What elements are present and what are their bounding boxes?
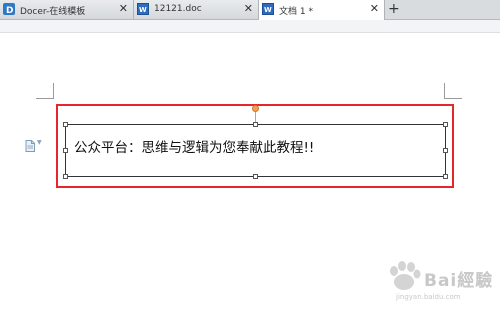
svg-text:W: W <box>264 6 272 14</box>
resize-handle[interactable] <box>443 148 448 153</box>
tab-bar: D Docer-在线模板 ✕ W 12121.doc ✕ W 文档 1 * ✕ … <box>0 0 500 20</box>
new-tab-button[interactable]: + <box>388 1 400 17</box>
margin-marker <box>53 83 54 99</box>
chevron-down-icon[interactable]: ▼ <box>37 139 42 146</box>
margin-marker <box>444 98 462 99</box>
svg-text:D: D <box>6 6 13 15</box>
word-doc-icon: W <box>262 3 274 15</box>
watermark-logo: Bai經驗 <box>384 258 494 310</box>
resize-handle[interactable] <box>443 174 448 179</box>
resize-handle[interactable] <box>253 122 258 127</box>
margin-marker <box>444 83 445 99</box>
resize-handle[interactable] <box>63 122 68 127</box>
tab-label: 12121.doc <box>154 4 202 14</box>
tab-docer[interactable]: D Docer-在线模板 ✕ <box>0 0 134 19</box>
tab-12121-doc[interactable]: W 12121.doc ✕ <box>134 0 259 19</box>
close-icon[interactable]: ✕ <box>119 3 128 14</box>
text-box-content[interactable]: 公众平台：思维与逻辑为您奉献此教程!! <box>74 136 314 156</box>
resize-handle[interactable] <box>63 148 68 153</box>
resize-handle[interactable] <box>443 122 448 127</box>
word-doc-icon: W <box>137 3 149 15</box>
tab-label: 文档 1 * <box>279 7 313 17</box>
watermark-url: jingyan.baidu.com <box>396 293 461 301</box>
toolbar-strip <box>0 20 500 33</box>
tab-label: Docer-在线模板 <box>20 7 86 17</box>
docer-icon: D <box>3 3 15 16</box>
margin-marker <box>36 98 54 99</box>
resize-handle[interactable] <box>63 174 68 179</box>
paragraph-doc-icon[interactable] <box>25 137 35 152</box>
tab-document-1[interactable]: W 文档 1 * ✕ <box>259 0 385 20</box>
close-icon[interactable]: ✕ <box>370 3 379 14</box>
close-icon[interactable]: ✕ <box>244 3 253 14</box>
rotation-handle[interactable] <box>252 105 259 112</box>
resize-handle[interactable] <box>253 174 258 179</box>
watermark-text: Bai經驗 <box>424 271 494 291</box>
svg-text:W: W <box>139 6 147 14</box>
